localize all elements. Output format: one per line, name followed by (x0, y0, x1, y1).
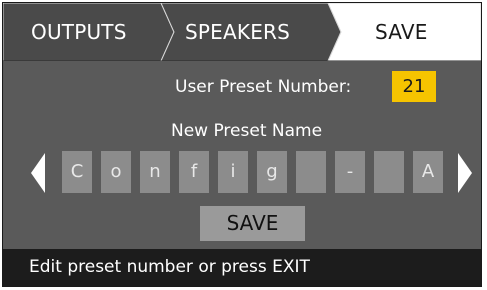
preset-number-label: User Preset Number: (175, 77, 352, 97)
tab-bar: OUTPUTS SPEAKERS SAVE (3, 3, 481, 61)
status-bar: Edit preset number or press EXIT (3, 249, 481, 286)
preset-number-field[interactable]: 21 (392, 71, 436, 102)
name-char-7[interactable] (296, 151, 326, 193)
arrow-left-icon[interactable] (31, 153, 45, 193)
name-char-2[interactable]: o (101, 151, 131, 193)
name-char-8[interactable]: - (335, 151, 365, 193)
name-char-5[interactable]: i (218, 151, 248, 193)
name-char-9[interactable] (374, 151, 404, 193)
preset-name-label: New Preset Name (171, 121, 323, 141)
device-screen: OUTPUTS SPEAKERS SAVE User Preset Number… (2, 2, 482, 287)
tab-outputs[interactable]: OUTPUTS (31, 3, 127, 61)
tab-save[interactable]: SAVE (375, 3, 428, 61)
name-char-1[interactable]: C (62, 151, 92, 193)
name-char-3[interactable]: n (140, 151, 170, 193)
arrow-right-icon[interactable] (458, 153, 472, 193)
status-message: Edit preset number or press EXIT (29, 257, 310, 277)
tab-speakers[interactable]: SPEAKERS (185, 3, 290, 61)
name-char-6[interactable]: g (257, 151, 287, 193)
name-char-4[interactable]: f (179, 151, 209, 193)
save-button[interactable]: SAVE (200, 206, 305, 241)
name-char-10[interactable]: A (413, 151, 443, 193)
